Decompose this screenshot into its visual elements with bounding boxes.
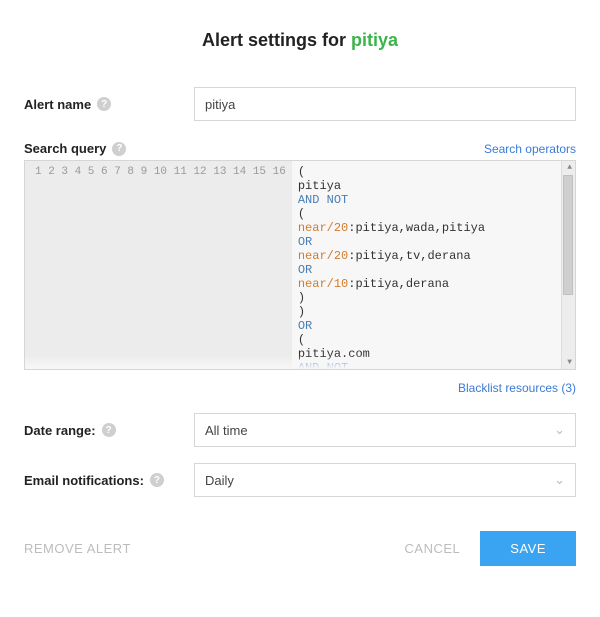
search-query-label: Search query: [24, 141, 106, 156]
search-query-editor[interactable]: 1 2 3 4 5 6 7 8 9 10 11 12 13 14 15 16 (…: [24, 160, 576, 370]
date-range-select[interactable]: All time ⌄: [194, 413, 576, 447]
chevron-down-icon: ⌄: [554, 472, 565, 488]
date-range-label: Date range:: [24, 423, 96, 438]
email-notifications-value: Daily: [205, 473, 234, 488]
editor-fade: [25, 355, 561, 369]
title-alert-name: pitiya: [351, 30, 398, 50]
help-icon[interactable]: ?: [112, 142, 126, 156]
help-icon[interactable]: ?: [150, 473, 164, 487]
blacklist-resources-link[interactable]: Blacklist resources (3): [458, 381, 576, 395]
date-range-value: All time: [205, 423, 248, 438]
title-prefix: Alert settings for: [202, 30, 351, 50]
chevron-down-icon: ⌄: [554, 422, 565, 438]
help-icon[interactable]: ?: [102, 423, 116, 437]
email-notifications-label: Email notifications:: [24, 473, 144, 488]
cancel-button[interactable]: CANCEL: [405, 541, 461, 556]
save-button[interactable]: SAVE: [480, 531, 576, 566]
editor-scrollbar[interactable]: ▲ ▼: [561, 161, 575, 369]
editor-gutter: 1 2 3 4 5 6 7 8 9 10 11 12 13 14 15 16: [25, 161, 292, 369]
help-icon[interactable]: ?: [97, 97, 111, 111]
editor-code[interactable]: ( pitiya AND NOT ( near/20:pitiya,wada,p…: [292, 161, 575, 369]
alert-name-input[interactable]: [194, 87, 576, 121]
scroll-down-icon[interactable]: ▼: [567, 358, 572, 367]
alert-name-label: Alert name: [24, 97, 91, 112]
remove-alert-button[interactable]: REMOVE ALERT: [24, 541, 131, 556]
search-operators-link[interactable]: Search operators: [484, 142, 576, 156]
page-title: Alert settings for pitiya: [24, 30, 576, 51]
scroll-up-icon[interactable]: ▲: [567, 163, 572, 172]
scrollbar-thumb[interactable]: [563, 175, 573, 295]
email-notifications-select[interactable]: Daily ⌄: [194, 463, 576, 497]
